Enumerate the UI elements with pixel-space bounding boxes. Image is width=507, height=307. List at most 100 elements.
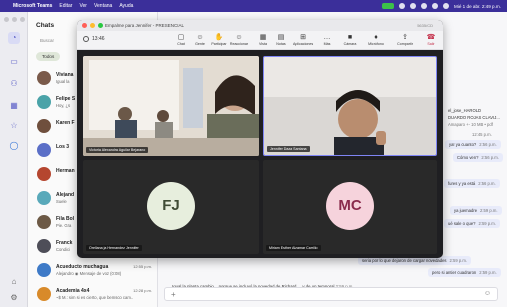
menubar-clock[interactable]: Mié 1 de abr. 2:49 p.m.	[454, 4, 501, 9]
chat-preview: Suele	[56, 199, 67, 204]
avatar	[37, 167, 51, 181]
avatar	[37, 119, 51, 133]
participant-name: Miriam Esther Alzamar Carrillo	[266, 245, 321, 251]
apps-button[interactable]: ⊞ Aplicaciones	[293, 33, 313, 49]
onedrive-icon[interactable]: ◯	[8, 140, 20, 152]
avatar	[37, 215, 51, 229]
participant-name: Orellana ja Hernandez Jennifer	[86, 245, 142, 251]
camera-icon: ■	[347, 34, 353, 41]
chat-button[interactable]: ▢ Chat	[171, 33, 191, 49]
app-menu[interactable]: Microsoft Teams	[13, 3, 52, 9]
notes-icon: ▤	[277, 34, 285, 41]
chat-name: Los 3	[56, 144, 70, 150]
message: ya! ya cuanto? 2:56 p.m.	[445, 140, 501, 149]
emoji-icon[interactable]: ☺	[484, 290, 491, 297]
avatar-tile[interactable]: MC Miriam Esther Alzamar Carrillo	[263, 160, 437, 254]
share-button[interactable]: ⇪ Compartir	[395, 33, 415, 49]
status-icon-1[interactable]	[399, 3, 405, 9]
chat-preview: ~$ M.: sim si es cierto, que bemsco cam.…	[56, 295, 134, 300]
session-id: 5635/CD	[417, 22, 433, 28]
chat-preview: Alejandro ◉ Mensaje de voz (0:08)	[56, 271, 122, 276]
leave-icon: ☎	[426, 34, 436, 41]
message: fures y ya está 2:56 p.m.	[444, 179, 500, 188]
message: ué sale o que? 2:59 p.m.	[444, 219, 500, 228]
chat-item[interactable]: Academia 4x4 ~$ M.: sim si es cierto, qu…	[34, 284, 156, 304]
screen-recording-icon[interactable]	[382, 3, 394, 9]
participant-name: Victoria Alexandra Aguilar Bejarano	[86, 147, 149, 153]
zoom-dot-icon[interactable]	[20, 17, 25, 22]
chat-name: Karen F	[56, 120, 75, 126]
help-icon[interactable]: ⚙	[8, 292, 20, 304]
chat-preview: Condici	[56, 247, 70, 252]
chat-icon: ▢	[177, 34, 185, 41]
chat-rail-icon[interactable]: ▭	[8, 56, 20, 68]
close-dot-icon[interactable]	[4, 17, 9, 22]
app-rail: ◔ ▭ ⚇ ▦ ☆ ◯ ⌂ ⚙	[0, 12, 28, 307]
avatar	[37, 239, 51, 253]
more-button[interactable]: … Más	[317, 33, 337, 49]
message: Amaparo +- 10 MB • pdf	[448, 122, 493, 127]
zoom-dot-icon[interactable]	[98, 23, 103, 28]
calendar-icon[interactable]: ▦	[8, 100, 20, 112]
chat-name: Alejand	[56, 192, 75, 198]
avatar	[37, 287, 51, 301]
chat-name: Fila Bol	[56, 216, 75, 222]
message: 12:45 p.m.	[472, 132, 492, 137]
teams-rail-icon[interactable]: ⚇	[8, 78, 20, 90]
react-button[interactable]: ☺ Reaccionar	[229, 33, 249, 49]
calls-icon[interactable]: ☆	[8, 120, 20, 132]
leave-button[interactable]: ☎ Salir	[421, 33, 441, 49]
participant-name: Jennifer Daza Santana	[267, 146, 310, 152]
battery-icon[interactable]	[443, 3, 449, 9]
menu-ayuda[interactable]: Ayuda	[119, 3, 133, 9]
chat-time: 12:55 p.m.	[133, 264, 152, 269]
compose-box[interactable]: + ☺	[164, 287, 498, 301]
participant-initials-avatar: MC	[326, 182, 374, 230]
message: ya juemadre 2:59 p.m.	[450, 206, 502, 215]
microphone-button[interactable]: ♦ Micrófono	[366, 33, 386, 49]
status-icon-2[interactable]	[410, 3, 416, 9]
camera-button[interactable]: ■ Cámara	[340, 33, 360, 49]
menu-editar[interactable]: Editar	[59, 3, 72, 9]
message: Cómo ven? 2:56 p.m.	[453, 153, 503, 162]
chat-name: Felipe S	[56, 96, 76, 102]
avatar-tile[interactable]: FJ Orellana ja Hernandez Jennifer	[83, 160, 259, 254]
menu-ventana[interactable]: Ventana	[94, 3, 112, 9]
video-tile-active-speaker[interactable]: Jennifer Daza Santana	[263, 56, 437, 156]
chat-preview: Igual la	[56, 79, 70, 84]
chat-preview: Pie. Gra	[56, 223, 72, 228]
chat-name: Franck	[56, 240, 73, 246]
avatar	[37, 143, 51, 157]
wifi-icon[interactable]	[432, 3, 438, 9]
raise-hand-button[interactable]: ✋ Participar	[209, 33, 229, 49]
shield-icon	[83, 36, 89, 42]
meeting-titlebar: Empalme para Jennifer - PRESENCIAL 5635/…	[77, 20, 443, 31]
minimize-dot-icon[interactable]	[90, 23, 95, 28]
message: pero si antier cuadraron 2:59 p.m.	[428, 268, 501, 277]
chat-item[interactable]: Acueducto muchagua Alejandro ◉ Mensaje d…	[34, 260, 156, 280]
chat-preview: Hoy, ¿s	[56, 103, 71, 108]
filter-all-pill[interactable]: Todos	[36, 52, 61, 61]
notes-button[interactable]: ▤ Notas	[271, 33, 291, 49]
meeting-window-controls	[82, 23, 103, 28]
menu-ver[interactable]: Ver	[79, 3, 87, 9]
participant-video	[83, 56, 259, 156]
microphone-icon: ♦	[374, 34, 378, 41]
attach-plus-icon[interactable]: +	[171, 290, 176, 299]
chat-time: 12:28 p.m.	[133, 288, 152, 293]
participant-video	[264, 57, 436, 155]
chat-name: Viviana	[56, 72, 74, 78]
close-dot-icon[interactable]	[82, 23, 87, 28]
activity-icon[interactable]: ◔	[8, 32, 20, 44]
people-button[interactable]: ☺ Gente	[190, 33, 210, 49]
apps-rail-icon[interactable]: ⌂	[8, 276, 20, 288]
view-button[interactable]: ▦ Vista	[253, 33, 273, 49]
teams-window-controls	[4, 17, 25, 22]
minimize-dot-icon[interactable]	[12, 17, 17, 22]
status-icon-3[interactable]	[421, 3, 427, 9]
avatar	[37, 71, 51, 85]
elapsed-time: 13:46	[92, 36, 105, 42]
video-tile[interactable]: Victoria Alexandra Aguilar Bejarano	[83, 56, 259, 156]
macos-menubar: Microsoft Teams Editar Ver Ventana Ayuda…	[0, 0, 507, 12]
meeting-toolbar: 13:46 ▢ Chat ☺ Gente ✋ Participar ☺ Reaccion…	[77, 31, 443, 50]
